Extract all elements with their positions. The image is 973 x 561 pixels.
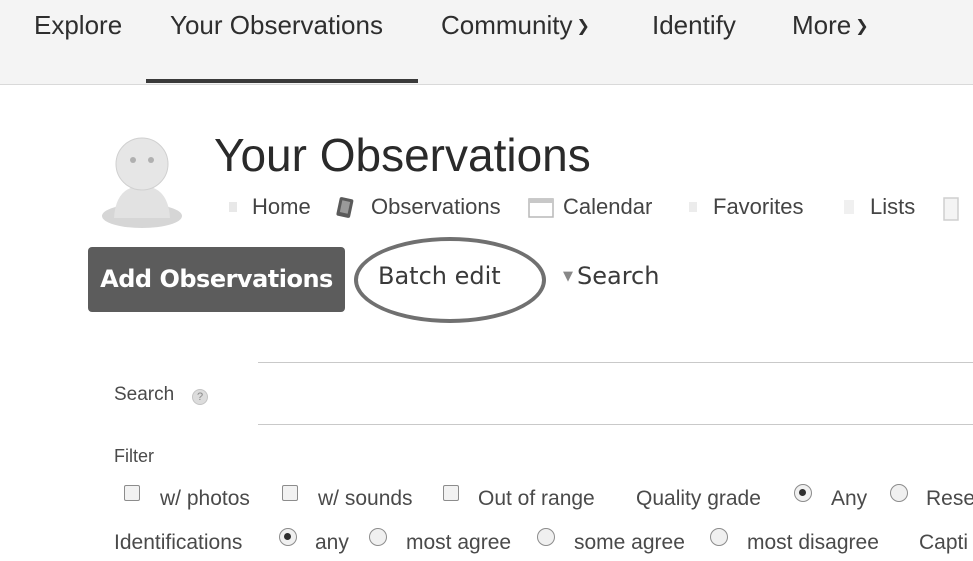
nav-more[interactable]: More ❯	[792, 10, 869, 41]
nav-your-observations-label: Your Observations	[170, 10, 383, 40]
triangle-down-icon: ▼	[563, 269, 573, 284]
w-sounds-label: w/ sounds	[318, 487, 413, 510]
id-some-agree-label: some agree	[574, 531, 685, 554]
subnav-lists[interactable]: Lists	[870, 194, 915, 220]
quality-grade-label: Quality grade	[636, 487, 761, 510]
search-toggle-label: Search	[577, 262, 660, 290]
nav-community-label: Community	[441, 10, 573, 40]
id-some-agree-radio[interactable]	[537, 528, 555, 546]
subnav-favorites[interactable]: Favorites	[713, 194, 803, 220]
quality-any-label: Any	[831, 487, 868, 510]
nav-explore[interactable]: Explore	[34, 10, 122, 41]
help-icon[interactable]: ?	[192, 389, 208, 405]
id-most-agree-label: most agree	[406, 531, 512, 554]
top-nav: Explore Your Observations Community ❯ Ide…	[0, 0, 973, 85]
out-of-range-label: Out of range	[478, 487, 595, 510]
divider	[258, 424, 973, 425]
id-most-disagree-radio[interactable]	[710, 528, 728, 546]
observations-icon	[334, 196, 358, 225]
batch-edit-button[interactable]: Batch edit	[378, 262, 501, 290]
w-photos-label: w/ photos	[160, 487, 250, 510]
document-icon	[942, 196, 962, 229]
divider	[258, 362, 973, 363]
search-label: Search	[114, 384, 175, 405]
active-tab-indicator	[146, 79, 418, 83]
star-icon	[686, 196, 702, 221]
id-most-disagree-label: most disagree	[747, 531, 879, 554]
nav-community[interactable]: Community ❯	[441, 10, 590, 41]
nav-explore-label: Explore	[34, 10, 123, 40]
id-most-agree-radio[interactable]	[369, 528, 387, 546]
calendar-icon	[528, 196, 554, 223]
home-icon	[226, 196, 240, 221]
filter-label: Filter	[114, 446, 154, 466]
subnav-home[interactable]: Home	[252, 194, 311, 220]
subnav-observations[interactable]: Observations	[371, 194, 501, 220]
out-of-range-checkbox[interactable]	[443, 485, 459, 501]
captive-label: Capti	[919, 531, 969, 554]
page-title: Your Observations	[214, 129, 591, 181]
subnav-calendar[interactable]: Calendar	[563, 194, 652, 220]
quality-any-radio[interactable]	[794, 484, 812, 502]
w-photos-checkbox[interactable]	[124, 485, 140, 501]
quality-research-radio[interactable]	[890, 484, 908, 502]
w-sounds-checkbox[interactable]	[282, 485, 298, 501]
quality-research-label: Rese	[926, 487, 973, 510]
nav-your-observations[interactable]: Your Observations	[170, 10, 383, 41]
search-toggle[interactable]: ▼ Search	[563, 262, 659, 290]
nav-identify[interactable]: Identify	[652, 10, 736, 41]
id-any-label: any	[315, 531, 349, 554]
add-observations-button[interactable]: Add Observations	[88, 247, 345, 312]
user-avatar-icon	[102, 137, 182, 228]
avatar	[100, 130, 184, 230]
search-input[interactable]	[258, 364, 973, 424]
identifications-label: Identifications	[114, 531, 243, 554]
nav-identify-label: Identify	[652, 10, 736, 40]
chevron-down-icon: ❯	[576, 18, 590, 35]
nav-more-label: More	[792, 10, 852, 40]
list-icon	[840, 196, 860, 223]
chevron-down-icon: ❯	[855, 18, 869, 35]
id-any-radio[interactable]	[279, 528, 297, 546]
